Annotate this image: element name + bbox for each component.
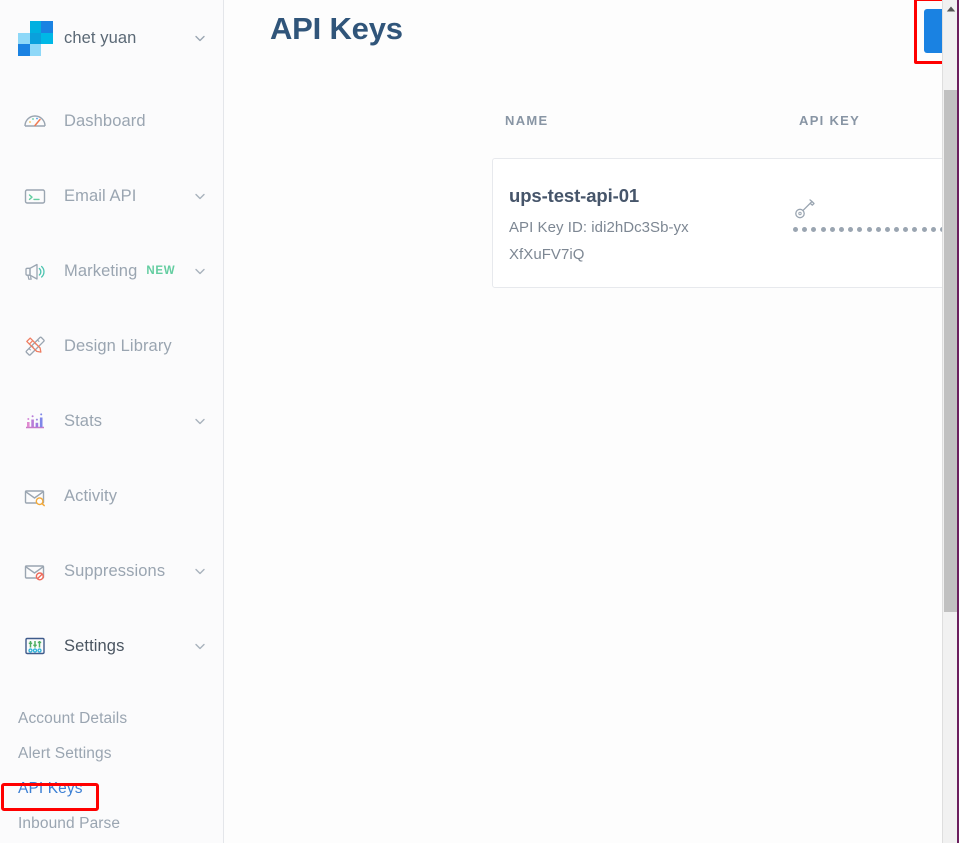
chevron-down-icon[interactable] bbox=[193, 31, 207, 45]
chevron-down-icon[interactable] bbox=[193, 564, 207, 578]
sidebar-item-settings[interactable]: Settings bbox=[0, 623, 223, 669]
envelope-search-icon bbox=[20, 481, 50, 511]
sidebar-item-label: Design Library bbox=[64, 336, 172, 355]
sliders-icon bbox=[20, 631, 50, 661]
sidebar-item-label: Suppressions bbox=[64, 561, 166, 580]
envelope-block-icon bbox=[20, 556, 50, 586]
app-root: chet yuan Dashboard Email API Marketing … bbox=[0, 0, 959, 843]
chevron-down-icon[interactable] bbox=[193, 264, 207, 278]
brand-logo-icon bbox=[18, 21, 53, 56]
sidebar-item-label: Dashboard bbox=[64, 111, 146, 130]
sidebar-item-activity[interactable]: Activity bbox=[0, 473, 223, 519]
table-header-row: NAME API KEY ACTION bbox=[224, 95, 959, 151]
chevron-down-icon[interactable] bbox=[193, 639, 207, 653]
megaphone-icon bbox=[20, 256, 50, 286]
page-header: API Keys Create API Key bbox=[224, 0, 959, 95]
sidebar-item-email-api[interactable]: Email API bbox=[0, 173, 223, 219]
bar-chart-icon bbox=[20, 406, 50, 436]
settings-subnav: Account Details Alert Settings API Keys … bbox=[0, 698, 223, 841]
sidebar-item-design-library[interactable]: Design Library bbox=[0, 323, 223, 369]
subnav-item-alert-settings[interactable]: Alert Settings bbox=[18, 736, 112, 771]
main-content: API Keys Create API Key NAME API KEY ACT… bbox=[224, 0, 959, 843]
gauge-icon bbox=[20, 106, 50, 136]
column-header-apikey: API KEY bbox=[799, 113, 861, 128]
subnav-item-inbound-parse[interactable]: Inbound Parse bbox=[18, 806, 120, 841]
api-key-id: API Key ID: idi2hDc3Sb-yxXfXuFV7iQ bbox=[509, 219, 689, 263]
cell-api-key bbox=[793, 197, 959, 232]
page-title: API Keys bbox=[270, 11, 403, 46]
new-badge: NEW bbox=[146, 265, 176, 277]
column-header-name: NAME bbox=[505, 113, 549, 128]
account-name: chet yuan bbox=[64, 28, 137, 47]
sidebar-item-dashboard[interactable]: Dashboard bbox=[0, 98, 223, 144]
subnav-item-account-details[interactable]: Account Details bbox=[18, 701, 127, 736]
sidebar-item-label: Stats bbox=[64, 411, 103, 430]
sidebar-item-stats[interactable]: Stats bbox=[0, 398, 223, 444]
subnav-item-api-keys[interactable]: API Keys bbox=[18, 771, 83, 806]
terminal-icon bbox=[20, 181, 50, 211]
sidebar-item-label: Marketing bbox=[64, 261, 138, 280]
table-row[interactable]: ups-test-api-01 API Key ID: idi2hDc3Sb-y… bbox=[492, 158, 959, 288]
scrollbar-thumb[interactable] bbox=[944, 90, 958, 612]
sidebar-item-suppressions[interactable]: Suppressions bbox=[0, 548, 223, 594]
chevron-down-icon[interactable] bbox=[193, 189, 207, 203]
key-icon bbox=[793, 197, 959, 223]
sidebar-nav: Dashboard Email API Marketing NEW Design… bbox=[0, 76, 223, 841]
chevron-down-icon[interactable] bbox=[193, 414, 207, 428]
account-switcher[interactable]: chet yuan bbox=[0, 0, 223, 76]
masked-api-key bbox=[793, 227, 959, 232]
sidebar-item-label: Email API bbox=[64, 186, 137, 205]
sidebar-item-label: Settings bbox=[64, 636, 125, 655]
sidebar: chet yuan Dashboard Email API Marketing … bbox=[0, 0, 224, 843]
sidebar-item-label: Activity bbox=[64, 486, 118, 505]
ruler-pencil-icon bbox=[20, 331, 50, 361]
cell-name: ups-test-api-01 API Key ID: idi2hDc3Sb-y… bbox=[509, 185, 759, 268]
api-key-name: ups-test-api-01 bbox=[509, 185, 640, 206]
sidebar-item-marketing[interactable]: Marketing NEW bbox=[0, 248, 223, 294]
